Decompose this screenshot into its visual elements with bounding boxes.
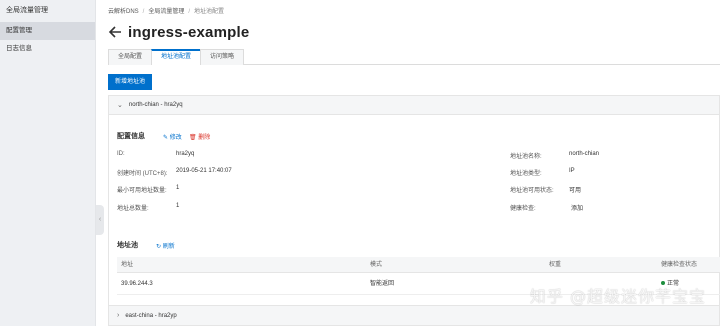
- back-arrow-icon[interactable]: [108, 25, 122, 39]
- field-id-value: hra2yq: [176, 151, 195, 157]
- pool-header-label: north-chian - hra2yq: [128, 102, 183, 108]
- col-health: 健康检查状态: [661, 262, 698, 268]
- tab-pool-config[interactable]: 地址池配置: [151, 49, 202, 65]
- refresh-label: 刷新: [162, 244, 175, 250]
- field-min-available-value: 1: [176, 185, 180, 191]
- pool-body: 配置信息 ✎ 修改 🗑 删除 ID: hra2yq 创建时间 (UTC+8): …: [108, 115, 720, 305]
- pool-header-2-label: east-china - hra2yp: [125, 312, 177, 319]
- pool-header-2[interactable]: › east-china - hra2yp: [108, 305, 720, 326]
- field-created-value: 2019-05-21 17:40:07: [176, 168, 232, 174]
- refresh-icon: ↻: [156, 244, 162, 250]
- field-min-available-label: 最小可用地址数量:: [117, 188, 167, 194]
- tab-access-policy[interactable]: 访问策略: [200, 49, 245, 65]
- field-total-label: 地址总数量:: [117, 206, 149, 212]
- delete-label: 删除: [198, 135, 211, 141]
- col-weight: 权重: [549, 262, 562, 268]
- cell-mode: 智能返回: [370, 281, 395, 287]
- refresh-button[interactable]: ↻ 刷新: [156, 241, 175, 250]
- field-pool-status-value: 可用: [569, 188, 582, 194]
- sidebar-item-config[interactable]: 配置管理: [0, 22, 95, 40]
- page-title: ingress-example: [128, 23, 250, 41]
- field-pool-name-value: north-chian: [569, 151, 600, 157]
- edit-button[interactable]: ✎ 修改: [163, 132, 182, 141]
- breadcrumb-gtm[interactable]: 全局流量管理: [148, 9, 184, 15]
- field-pool-type-value: IP: [569, 168, 575, 174]
- tab-global-config[interactable]: 全局配置: [108, 49, 153, 65]
- breadcrumb-current: 地址池配置: [194, 9, 225, 15]
- cell-address: 39.96.244.3: [121, 281, 153, 287]
- address-table-header: 地址 模式 权重 健康检查状态: [117, 257, 720, 273]
- sidebar-item-logs[interactable]: 日志信息: [0, 40, 95, 58]
- address-section-title: 地址池: [117, 242, 138, 249]
- chevron-right-icon: ›: [117, 312, 120, 319]
- sidebar-title: 全局流量管理: [6, 7, 48, 14]
- edit-icon: ✎: [163, 135, 169, 141]
- add-health-check-link[interactable]: 添加: [571, 203, 583, 212]
- config-section-title: 配置信息: [117, 133, 145, 140]
- tab-bar: 全局配置 地址池配置 访问策略: [108, 49, 720, 65]
- field-pool-status-label: 地址池可用状态:: [510, 188, 554, 194]
- field-pool-name-label: 地址池名称:: [510, 154, 542, 160]
- watermark: 知乎 @超级迷你芊宝宝: [529, 287, 706, 306]
- col-address: 地址: [121, 262, 134, 268]
- field-id-label: ID:: [117, 151, 125, 157]
- main-content: 云解析DNS / 全局流量管理 / 地址池配置 ingress-example 全局配置…: [108, 0, 720, 326]
- breadcrumb-dns[interactable]: 云解析DNS: [108, 9, 139, 15]
- chevron-down-icon: ⌄: [117, 102, 123, 109]
- sidebar: 全局流量管理 配置管理 日志信息: [0, 0, 96, 326]
- sidebar-collapse-handle[interactable]: ‹: [96, 205, 104, 235]
- breadcrumb: 云解析DNS / 全局流量管理 / 地址池配置: [108, 9, 225, 15]
- trash-icon: 🗑: [189, 135, 197, 141]
- delete-button[interactable]: 🗑 删除: [189, 132, 210, 141]
- col-mode: 模式: [370, 262, 383, 268]
- edit-label: 修改: [169, 135, 182, 141]
- field-total-value: 1: [176, 203, 180, 209]
- field-pool-type-label: 地址池类型:: [510, 171, 542, 177]
- field-created-label: 创建时间 (UTC+8):: [117, 171, 168, 177]
- field-health-check-label: 健康检查:: [510, 206, 536, 212]
- pool-header[interactable]: ⌄ north-chian - hra2yq: [108, 95, 720, 115]
- add-pool-button[interactable]: 新增地址池: [108, 74, 152, 90]
